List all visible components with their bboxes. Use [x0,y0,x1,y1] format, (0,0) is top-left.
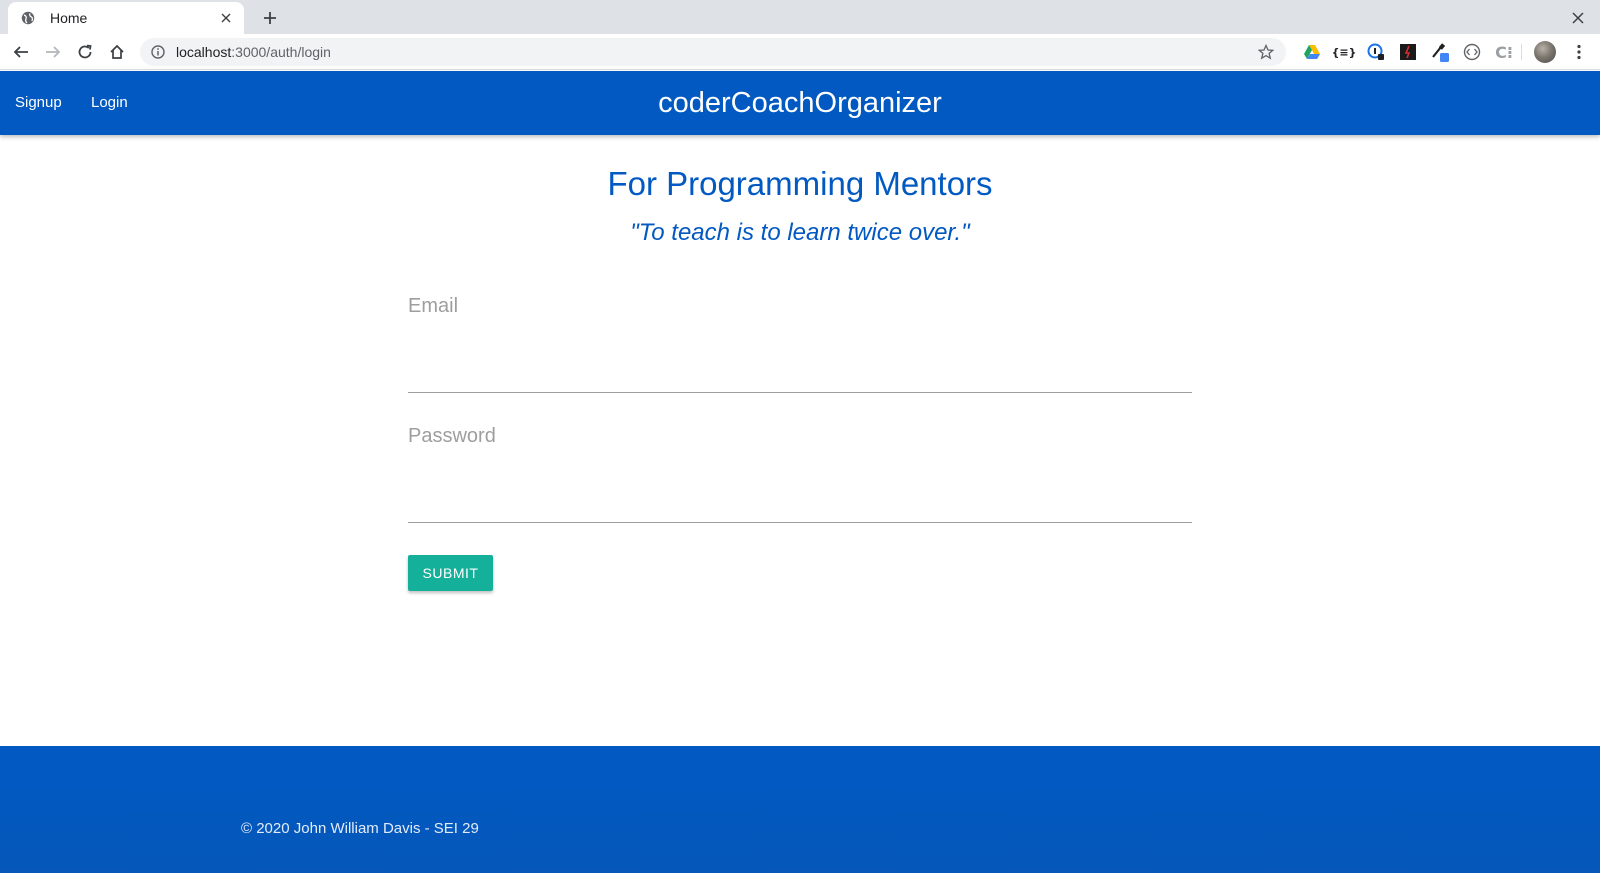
footer-copyright: © 2020 John William Davis - SEI 29 [241,820,479,837]
reload-icon[interactable] [73,40,97,64]
profile-avatar[interactable] [1534,41,1556,63]
email-label: Email [408,295,459,317]
browser-toolbar: localhost:3000/auth/login {≡} C⁝ [0,34,1600,70]
nav-signup-link[interactable]: Signup [15,71,62,135]
json-viewer-icon[interactable]: {≡} [1332,42,1357,62]
app-navbar: Signup Login coderCoachOrganizer [0,71,1600,135]
tab-title: Home [50,10,88,26]
brand-logo-text[interactable]: coderCoachOrganizer [658,87,942,119]
color-picker-icon[interactable] [1430,42,1450,62]
password-label: Password [408,425,496,447]
home-icon[interactable] [105,40,129,64]
browser-tabstrip: Home [0,0,1600,34]
login-form: Email Password SUBMIT [408,295,1192,591]
page-footer: © 2020 John William Davis - SEI 29 [0,746,1600,873]
browser-tab[interactable]: Home [8,2,244,34]
address-bar[interactable]: localhost:3000/auth/login [140,38,1286,66]
window-close-icon[interactable] [1568,8,1588,28]
nav-login-link[interactable]: Login [91,71,128,135]
back-arrow-icon[interactable] [9,40,33,64]
email-field-group: Email [408,295,1192,395]
new-tab-icon[interactable] [260,8,280,28]
dark-extension-icon[interactable] [1398,42,1418,62]
password-manager-icon[interactable] [1366,42,1386,62]
password-field-group: Password [408,425,1192,525]
url-text: localhost:3000/auth/login [176,44,1256,60]
page-heading: For Programming Mentors [607,165,993,202]
code-extension-icon[interactable] [1462,42,1482,62]
submit-button[interactable]: SUBMIT [408,555,493,591]
toolbar-divider [1521,44,1522,60]
info-icon[interactable] [150,44,166,60]
browser-menu-icon[interactable] [1569,42,1589,62]
password-input[interactable] [408,465,1192,523]
page-quote: "To teach is to learn twice over." [630,219,970,246]
main-content: For Programming Mentors "To teach is to … [0,135,1600,746]
bookmark-star-icon[interactable] [1256,42,1276,62]
globe-icon [20,10,36,26]
brand-container: coderCoachOrganizer [0,71,1600,135]
forward-arrow-icon[interactable] [41,40,65,64]
url-host: localhost [176,44,232,60]
google-drive-icon[interactable] [1302,42,1322,62]
css-extension-icon[interactable]: C⁝ [1494,42,1514,62]
url-path: :3000/auth/login [231,44,331,60]
close-tab-icon[interactable] [218,10,234,26]
email-input[interactable] [408,335,1192,393]
